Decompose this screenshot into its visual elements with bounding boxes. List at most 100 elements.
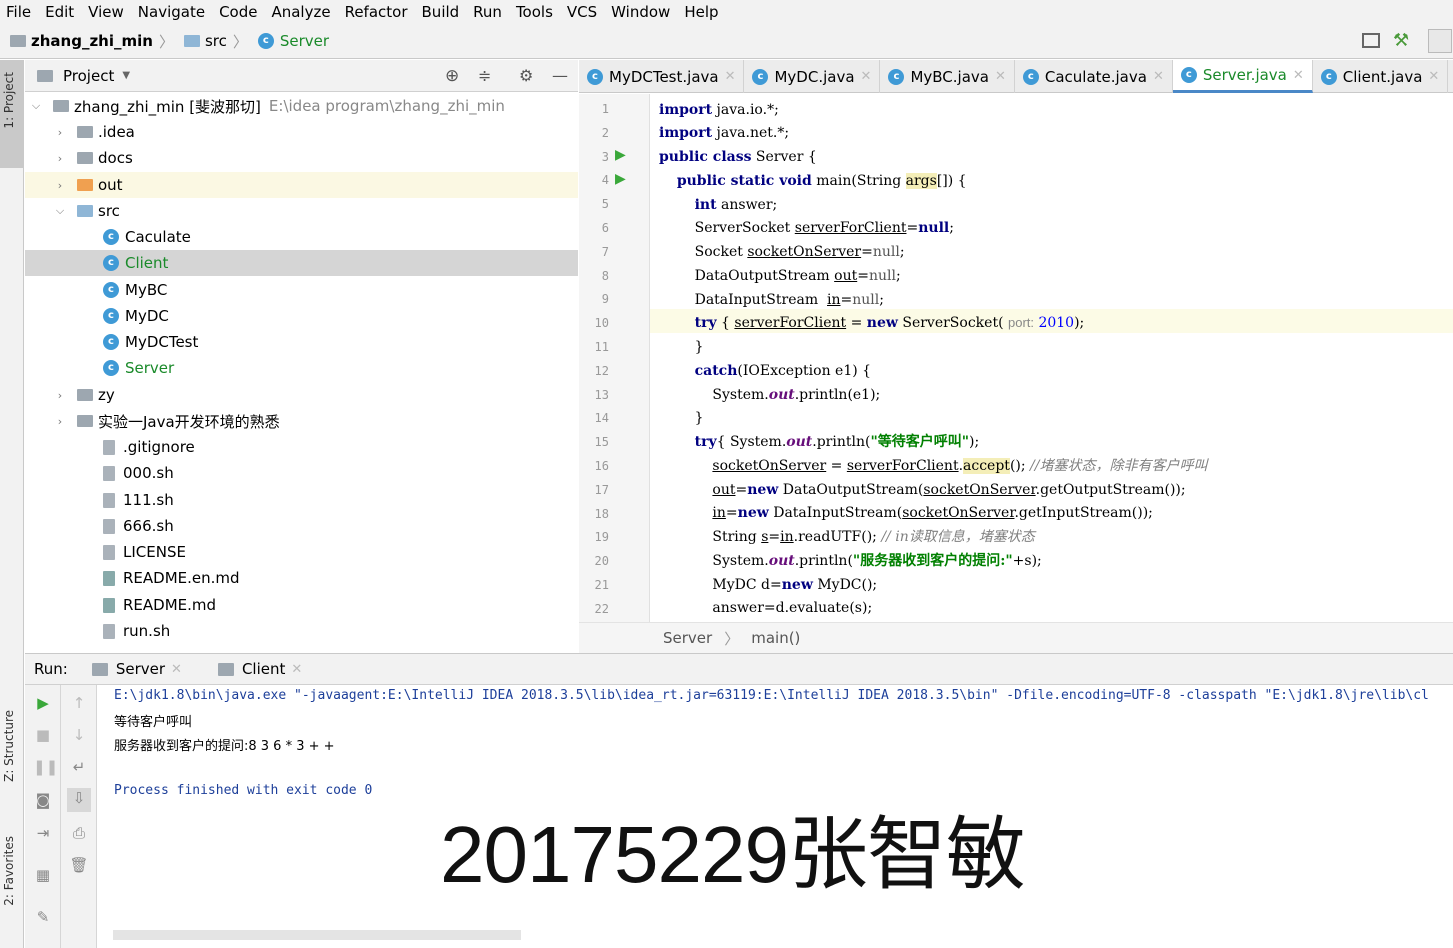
menu-edit[interactable]: Edit xyxy=(39,3,82,21)
chevron-icon[interactable]: › xyxy=(53,415,67,428)
tree-item[interactable]: › docs xyxy=(25,145,578,171)
menu-help[interactable]: Help xyxy=(678,3,726,21)
chevron-icon[interactable]: ⌵ xyxy=(53,204,67,218)
trash-icon[interactable]: 🗑 xyxy=(69,855,89,875)
menu-navigate[interactable]: Navigate xyxy=(132,3,213,21)
rerun-icon[interactable]: ▶ xyxy=(33,693,53,713)
code-line: public static void main(String args[]) { xyxy=(676,173,967,189)
editor-tab[interactable]: c Caculate.java ✕ xyxy=(1015,60,1173,93)
tree-item[interactable]: c MyDCTest xyxy=(25,329,578,355)
tree-item[interactable]: 111.sh xyxy=(25,487,578,513)
menu-vcs[interactable]: VCS xyxy=(561,3,605,21)
menu-view[interactable]: View xyxy=(82,3,132,21)
close-icon[interactable]: ✕ xyxy=(725,69,736,84)
menu-analyze[interactable]: Analyze xyxy=(265,3,338,21)
exit-icon[interactable]: ⇥ xyxy=(33,823,53,843)
pin-icon[interactable]: ✎ xyxy=(33,907,53,927)
tree-item[interactable]: 000.sh xyxy=(25,460,578,486)
chevron-icon[interactable]: › xyxy=(53,179,67,192)
run-icon[interactable]: ▶ xyxy=(615,171,626,187)
chevron-icon[interactable]: › xyxy=(53,152,67,165)
run-icon[interactable]: ▶ xyxy=(615,147,626,163)
file-icon xyxy=(103,465,115,481)
menu-refactor[interactable]: Refactor xyxy=(339,3,416,21)
chevron-icon[interactable]: › xyxy=(53,389,67,402)
editor-tab[interactable]: c MyBC.java ✕ xyxy=(880,60,1015,93)
line-number: 5 xyxy=(601,197,609,212)
close-icon[interactable]: ✕ xyxy=(861,69,872,84)
module-folder-icon xyxy=(53,100,69,112)
run-tab[interactable]: Server ✕ xyxy=(91,660,182,678)
tree-item[interactable]: › zy xyxy=(25,382,578,408)
pause-icon[interactable]: ❚❚ xyxy=(33,757,58,777)
arrow-down-icon[interactable]: ↓ xyxy=(69,725,89,745)
close-icon[interactable]: ✕ xyxy=(1153,69,1164,84)
tree-item[interactable]: .gitignore xyxy=(25,434,578,460)
close-icon[interactable]: ✕ xyxy=(995,69,1006,84)
gear-icon[interactable]: ⚙ xyxy=(519,66,533,85)
footer-method[interactable]: main() xyxy=(751,629,800,647)
footer-class[interactable]: Server xyxy=(663,629,712,647)
line-number: 7 xyxy=(601,244,609,259)
tree-item[interactable]: ⌵ src xyxy=(25,198,578,224)
run-tab[interactable]: Client ✕ xyxy=(217,660,302,678)
locate-icon[interactable]: ⊕ xyxy=(445,66,459,86)
chevron-icon[interactable]: › xyxy=(53,126,67,139)
close-icon[interactable]: ✕ xyxy=(291,662,302,677)
project-view-selector[interactable]: Project xyxy=(63,67,114,85)
layout-icon[interactable]: ▦ xyxy=(33,865,53,885)
editor-tab[interactable]: c Client.java ✕ xyxy=(1313,60,1449,93)
editor-tab[interactable]: c Server.java ✕ xyxy=(1172,60,1313,93)
code-editor[interactable]: 1 2 3 4 5 6 7 8 9 10 11 12 13 14 15 16 17 18 19 20 21 22 ▶ ▶ … xyxy=(579,94,1453,622)
tree-root[interactable]: ⌵ zhang_zhi_min [斐波那切] E:\idea program\z… xyxy=(25,93,578,119)
tree-item[interactable]: c MyDC xyxy=(25,303,578,329)
print-icon[interactable]: ⎙ xyxy=(69,823,89,843)
tree-item[interactable]: › out xyxy=(25,172,578,198)
favorites-tool-tab[interactable]: 2: Favorites xyxy=(2,836,16,906)
build-hammer-icon[interactable]: ⚒ xyxy=(1393,30,1409,51)
arrow-up-icon[interactable]: ↑ xyxy=(69,693,89,713)
collapse-icon[interactable]: ≑ xyxy=(478,66,491,85)
tree-item[interactable]: c MyBC xyxy=(25,277,578,303)
close-icon[interactable]: ✕ xyxy=(1428,69,1439,84)
menu-code[interactable]: Code xyxy=(213,3,265,21)
hide-panel-icon[interactable]: — xyxy=(552,66,568,85)
code-line: int answer; xyxy=(694,197,778,213)
markdown-file-icon xyxy=(103,597,115,613)
stop-icon[interactable]: ■ xyxy=(33,725,53,745)
tree-item[interactable]: 666.sh xyxy=(25,513,578,539)
tree-item[interactable]: LICENSE xyxy=(25,539,578,565)
tree-item[interactable]: › 实验一Java开发环境的熟悉 xyxy=(25,408,578,434)
horizontal-scrollbar[interactable] xyxy=(113,930,521,940)
code-line: System.out.println(e1); xyxy=(659,387,881,403)
breadcrumb-file[interactable]: c Server xyxy=(257,32,329,50)
breadcrumb-src[interactable]: src 〉 xyxy=(183,31,248,52)
tree-item[interactable]: › .idea xyxy=(25,119,578,145)
tree-item[interactable]: run.sh xyxy=(25,618,578,644)
tree-item[interactable]: c Caculate xyxy=(25,224,578,250)
editor-tab[interactable]: c MyDC.java ✕ xyxy=(744,60,881,93)
close-icon[interactable]: ✕ xyxy=(171,662,182,677)
project-tool-tab[interactable]: 1: Project xyxy=(2,72,16,129)
layout-icon[interactable] xyxy=(1362,33,1380,48)
menu-window[interactable]: Window xyxy=(605,3,678,21)
tree-item[interactable]: c Client xyxy=(25,250,578,276)
chevron-down-icon[interactable]: ⌵ xyxy=(29,99,43,113)
breadcrumb-project[interactable]: zhang_zhi_min 〉 xyxy=(10,31,174,52)
tree-item[interactable]: c Server xyxy=(25,355,578,381)
window-icon[interactable] xyxy=(1428,29,1452,53)
camera-icon[interactable]: ◙ xyxy=(33,790,53,810)
chevron-down-icon[interactable]: ▼ xyxy=(122,70,130,81)
editor-tab[interactable]: c MyDCTest.java ✕ xyxy=(579,60,745,93)
menu-run[interactable]: Run xyxy=(467,3,510,21)
scroll-to-end-icon[interactable]: ⇩ xyxy=(67,788,91,812)
close-icon[interactable]: ✕ xyxy=(1293,68,1304,83)
tree-item[interactable]: README.md xyxy=(25,592,578,618)
file-icon xyxy=(103,544,115,560)
soft-wrap-icon[interactable]: ↵ xyxy=(69,757,89,777)
menu-tools[interactable]: Tools xyxy=(510,3,561,21)
structure-tool-tab[interactable]: Z: Structure xyxy=(2,710,16,782)
tree-item[interactable]: README.en.md xyxy=(25,565,578,591)
menu-build[interactable]: Build xyxy=(416,3,468,21)
menu-file[interactable]: File xyxy=(0,3,39,21)
